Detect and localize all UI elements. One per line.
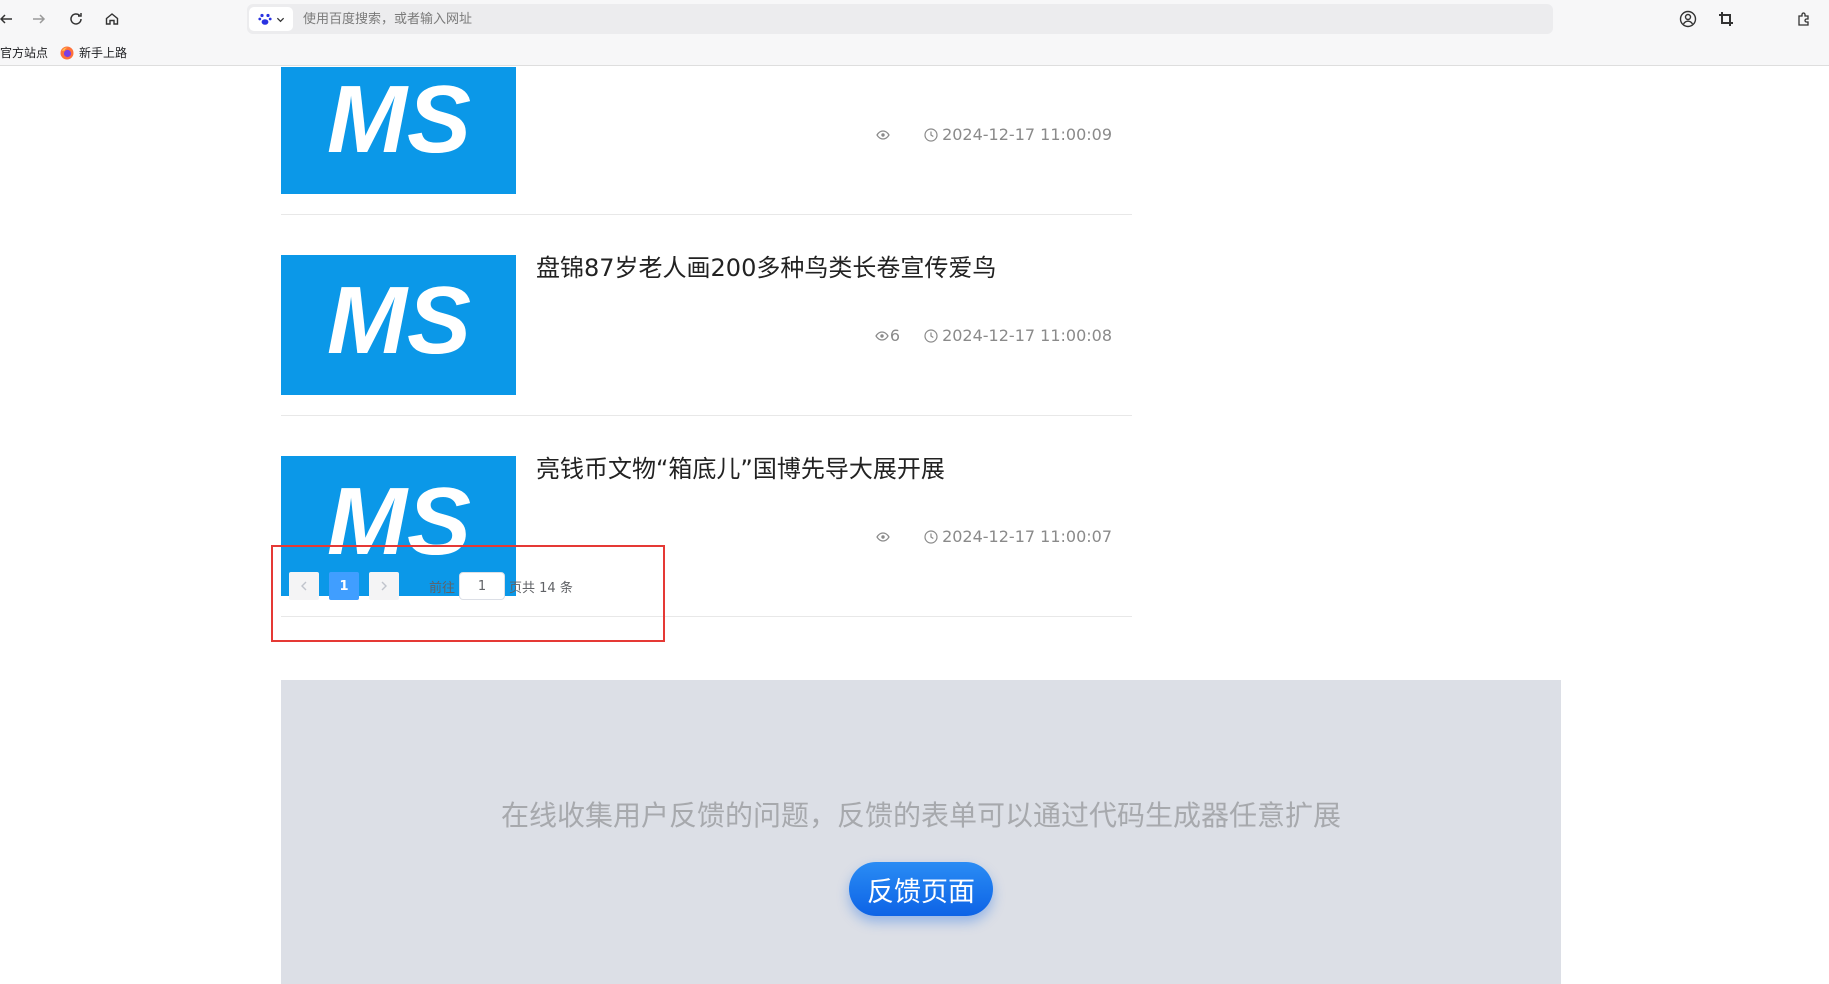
bookmark-label: 新手上路: [79, 46, 128, 60]
bookmark-getting-started[interactable]: 新手上路: [60, 44, 127, 61]
view-count: [876, 531, 900, 542]
firefox-icon: [60, 46, 74, 59]
address-bar: [247, 4, 1553, 34]
news-title[interactable]: 亮钱币文物“箱底儿”国博先导大展开展: [536, 449, 1116, 484]
chevron-down-icon: [276, 17, 284, 22]
home-icon: [105, 13, 119, 25]
account-button[interactable]: [1677, 8, 1699, 30]
clock-icon: [924, 529, 938, 544]
publish-date-value: 2024-12-17 11:00:08: [942, 326, 1112, 345]
reload-icon: [70, 13, 82, 25]
publish-date-value: 2024-12-17 11:00:07: [942, 527, 1112, 546]
news-item[interactable]: MS 盘锦87岁老人画200多种鸟类长卷宣传爱鸟 6 2024-12-17 11…: [281, 215, 1132, 416]
annotation-highlight-box: [271, 545, 665, 642]
eye-icon: [876, 129, 890, 140]
extensions-button[interactable]: [1793, 8, 1815, 30]
clock-icon: [924, 127, 938, 142]
news-thumbnail: MS: [281, 67, 516, 194]
svg-text:MS: MS: [327, 74, 471, 173]
reload-button[interactable]: [64, 7, 88, 31]
clock-icon: [924, 328, 938, 343]
feedback-page-button[interactable]: 反馈页面: [849, 862, 993, 916]
back-button[interactable]: [0, 7, 18, 31]
publish-date: 2024-12-17 11:00:08: [924, 326, 1112, 345]
forward-button[interactable]: [27, 7, 51, 31]
feedback-banner: 在线收集用户反馈的问题，反馈的表单可以通过代码生成器任意扩展 反馈页面: [281, 680, 1561, 984]
news-meta: 6 2024-12-17 11:00:08: [875, 326, 1112, 345]
svg-text:MS: MS: [327, 275, 471, 374]
arrow-right-icon: [33, 14, 46, 24]
view-count: 6: [875, 326, 900, 345]
puzzle-icon: [1798, 12, 1809, 26]
crop-icon: [1719, 12, 1733, 26]
bookmark-official-site[interactable]: 官方站点: [0, 44, 48, 61]
eye-icon: [875, 330, 889, 341]
news-meta: 2024-12-17 11:00:09: [876, 125, 1112, 144]
bookmarks-bar: 官方站点 新手上路: [0, 38, 1829, 66]
bookmark-label: 官方站点: [0, 46, 49, 60]
news-item[interactable]: MS 2024-12-17 11:00:09: [281, 67, 1132, 215]
news-title[interactable]: 盘锦87岁老人画200多种鸟类长卷宣传爱鸟: [536, 248, 1116, 283]
page-viewport: MS 2024-12-17 11:00:09 MS 盘锦87岁老人画200多种鸟…: [0, 67, 1829, 984]
account-icon: [1679, 10, 1697, 28]
ms-logo-image: MS: [327, 275, 471, 374]
browser-toolbar: [0, 0, 1829, 38]
news-thumbnail: MS: [281, 255, 516, 395]
arrow-left-icon: [0, 14, 12, 24]
feedback-description: 在线收集用户反馈的问题，反馈的表单可以通过代码生成器任意扩展: [500, 799, 1341, 832]
screenshot-button[interactable]: [1715, 8, 1737, 30]
address-input[interactable]: [301, 4, 1541, 34]
publish-date: 2024-12-17 11:00:09: [924, 125, 1112, 144]
search-engine-selector[interactable]: [249, 7, 293, 31]
ms-logo-image: MS: [327, 74, 471, 173]
publish-date: 2024-12-17 11:00:07: [924, 527, 1112, 546]
baidu-paw-icon: [257, 13, 272, 25]
publish-date-value: 2024-12-17 11:00:09: [942, 125, 1112, 144]
view-count: [876, 129, 900, 140]
view-count-value: 6: [889, 326, 901, 345]
news-meta: 2024-12-17 11:00:07: [876, 527, 1112, 546]
home-button[interactable]: [100, 7, 124, 31]
eye-icon: [876, 531, 890, 542]
